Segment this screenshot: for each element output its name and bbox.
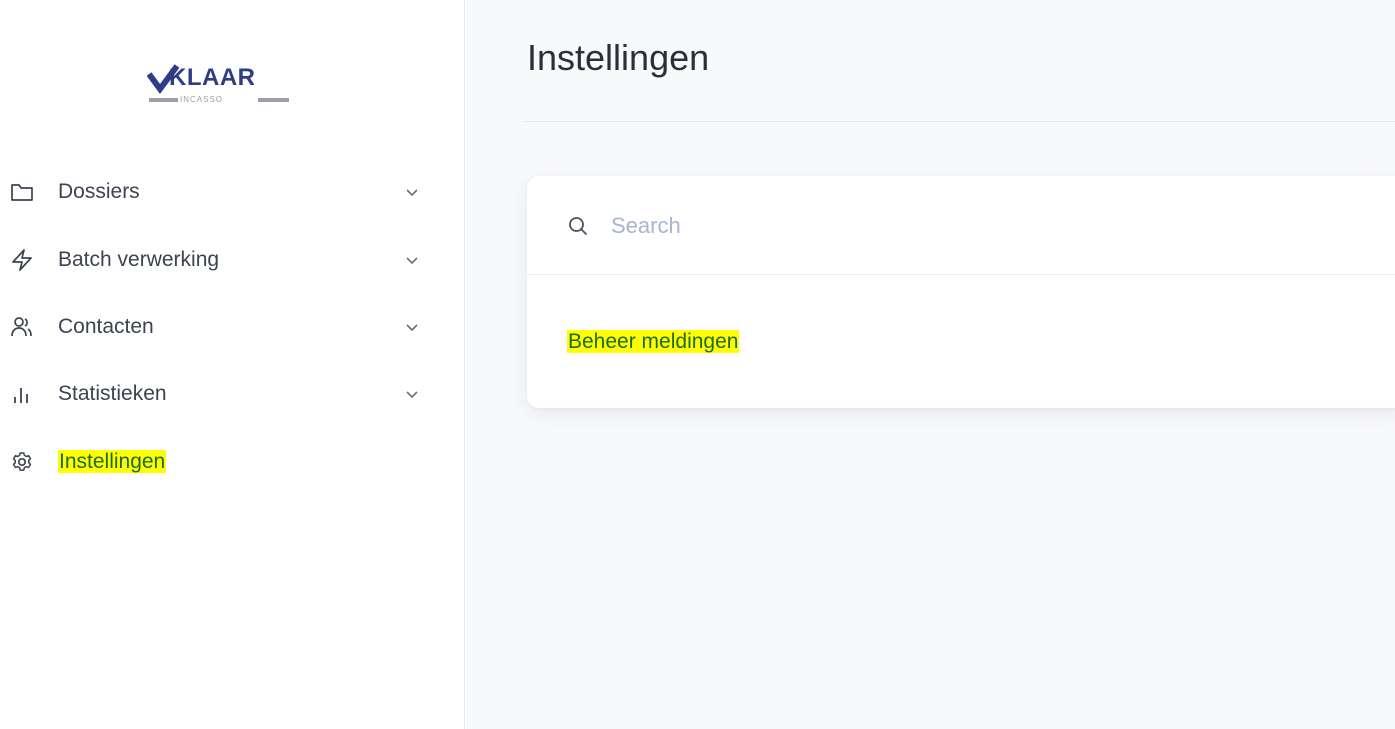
- highlighted-label: Instellingen: [58, 450, 167, 473]
- bar-chart-icon: [10, 383, 34, 405]
- chevron-down-icon[interactable]: [404, 253, 420, 267]
- settings-card: Beheer meldingen: [527, 176, 1395, 408]
- chevron-down-icon[interactable]: [404, 387, 420, 401]
- sidebar-item-statistieken[interactable]: Statistieken: [0, 374, 430, 414]
- main-content: Instellingen Beheer meldingen: [466, 0, 1395, 729]
- chevron-down-icon[interactable]: [404, 185, 420, 199]
- gear-icon: [10, 451, 34, 473]
- sidebar: KLAAR INCASSO Dossiers Batch verwerking …: [0, 0, 465, 729]
- divider: [525, 121, 1395, 122]
- sidebar-item-label: Instellingen: [58, 450, 167, 473]
- search-bar: [527, 176, 1395, 275]
- app-window: KLAAR INCASSO Dossiers Batch verwerking …: [0, 0, 1395, 729]
- sidebar-item-batch-verwerking[interactable]: Batch verwerking: [0, 240, 430, 280]
- page-title: Instellingen: [527, 37, 710, 78]
- brand-name: KLAAR: [169, 64, 256, 91]
- link-label: Beheer meldingen: [567, 330, 740, 353]
- sidebar-item-contacten[interactable]: Contacten: [0, 307, 430, 347]
- beheer-meldingen-link[interactable]: Beheer meldingen: [567, 330, 740, 354]
- lightning-icon: [10, 249, 34, 271]
- chevron-down-icon[interactable]: [404, 320, 420, 334]
- sidebar-item-label: Batch verwerking: [58, 248, 220, 271]
- folder-icon: [10, 181, 34, 203]
- brand-subtitle: INCASSO: [180, 95, 224, 104]
- search-input[interactable]: [611, 210, 1311, 242]
- users-icon: [10, 316, 34, 338]
- search-icon: [567, 215, 589, 237]
- sidebar-item-instellingen[interactable]: Instellingen: [0, 442, 430, 482]
- sidebar-item-dossiers[interactable]: Dossiers: [0, 172, 430, 212]
- sidebar-item-label: Statistieken: [58, 382, 167, 405]
- sidebar-item-label: Dossiers: [58, 180, 140, 203]
- brand-logo[interactable]: KLAAR INCASSO: [147, 62, 292, 108]
- sidebar-item-label: Contacten: [58, 315, 154, 338]
